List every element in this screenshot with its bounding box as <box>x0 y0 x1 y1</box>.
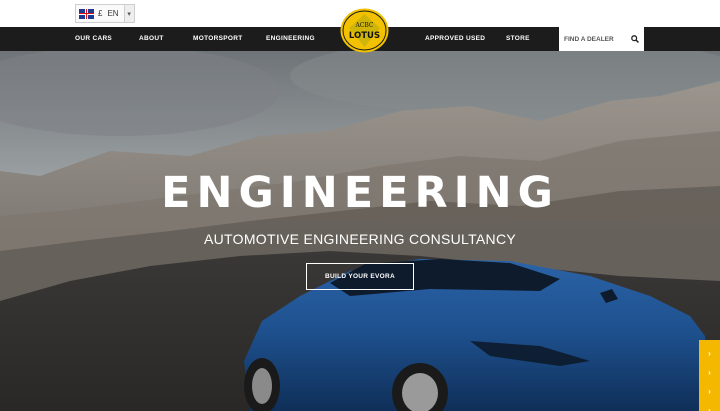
nav-item-our-cars[interactable]: OUR CARS <box>75 27 112 51</box>
nav-item-engineering[interactable]: ENGINEERING <box>266 27 315 51</box>
language-label: EN <box>107 9 119 18</box>
dealer-search-input[interactable] <box>564 29 626 49</box>
currency-label: £ <box>98 9 103 18</box>
dealer-search <box>559 27 644 51</box>
locale-selector[interactable]: £ EN ▾ <box>75 4 135 23</box>
nav-item-about[interactable]: ABOUT <box>139 27 164 51</box>
hero-banner: ENGINEERING AUTOMOTIVE ENGINEERING CONSU… <box>0 51 720 411</box>
nav-item-motorsport[interactable]: MOTORSPORT <box>193 27 242 51</box>
hero-subtitle: AUTOMOTIVE ENGINEERING CONSULTANCY <box>203 231 516 247</box>
nav-item-store[interactable]: STORE <box>506 27 530 51</box>
chevron-right-icon: › <box>708 386 711 396</box>
nav-item-approved-used[interactable]: APPROVED USED <box>425 27 485 51</box>
uk-flag-icon <box>79 8 94 19</box>
logo-monogram: ACBC <box>354 22 373 29</box>
lotus-logo[interactable]: ACBC LOTUS <box>340 8 389 53</box>
side-feedback-tab[interactable]: › › › › <box>699 340 720 411</box>
chevron-right-icon: › <box>708 405 711 411</box>
chevron-right-icon: › <box>708 348 711 358</box>
chevron-right-icon: › <box>708 367 711 377</box>
chevron-down-icon[interactable]: ▾ <box>123 5 134 22</box>
logo-wordmark: LOTUS <box>349 31 380 41</box>
hero-title: ENGINEERING <box>161 168 559 218</box>
search-icon[interactable] <box>629 33 641 45</box>
build-your-evora-button[interactable]: BUILD YOUR EVORA <box>306 263 414 290</box>
